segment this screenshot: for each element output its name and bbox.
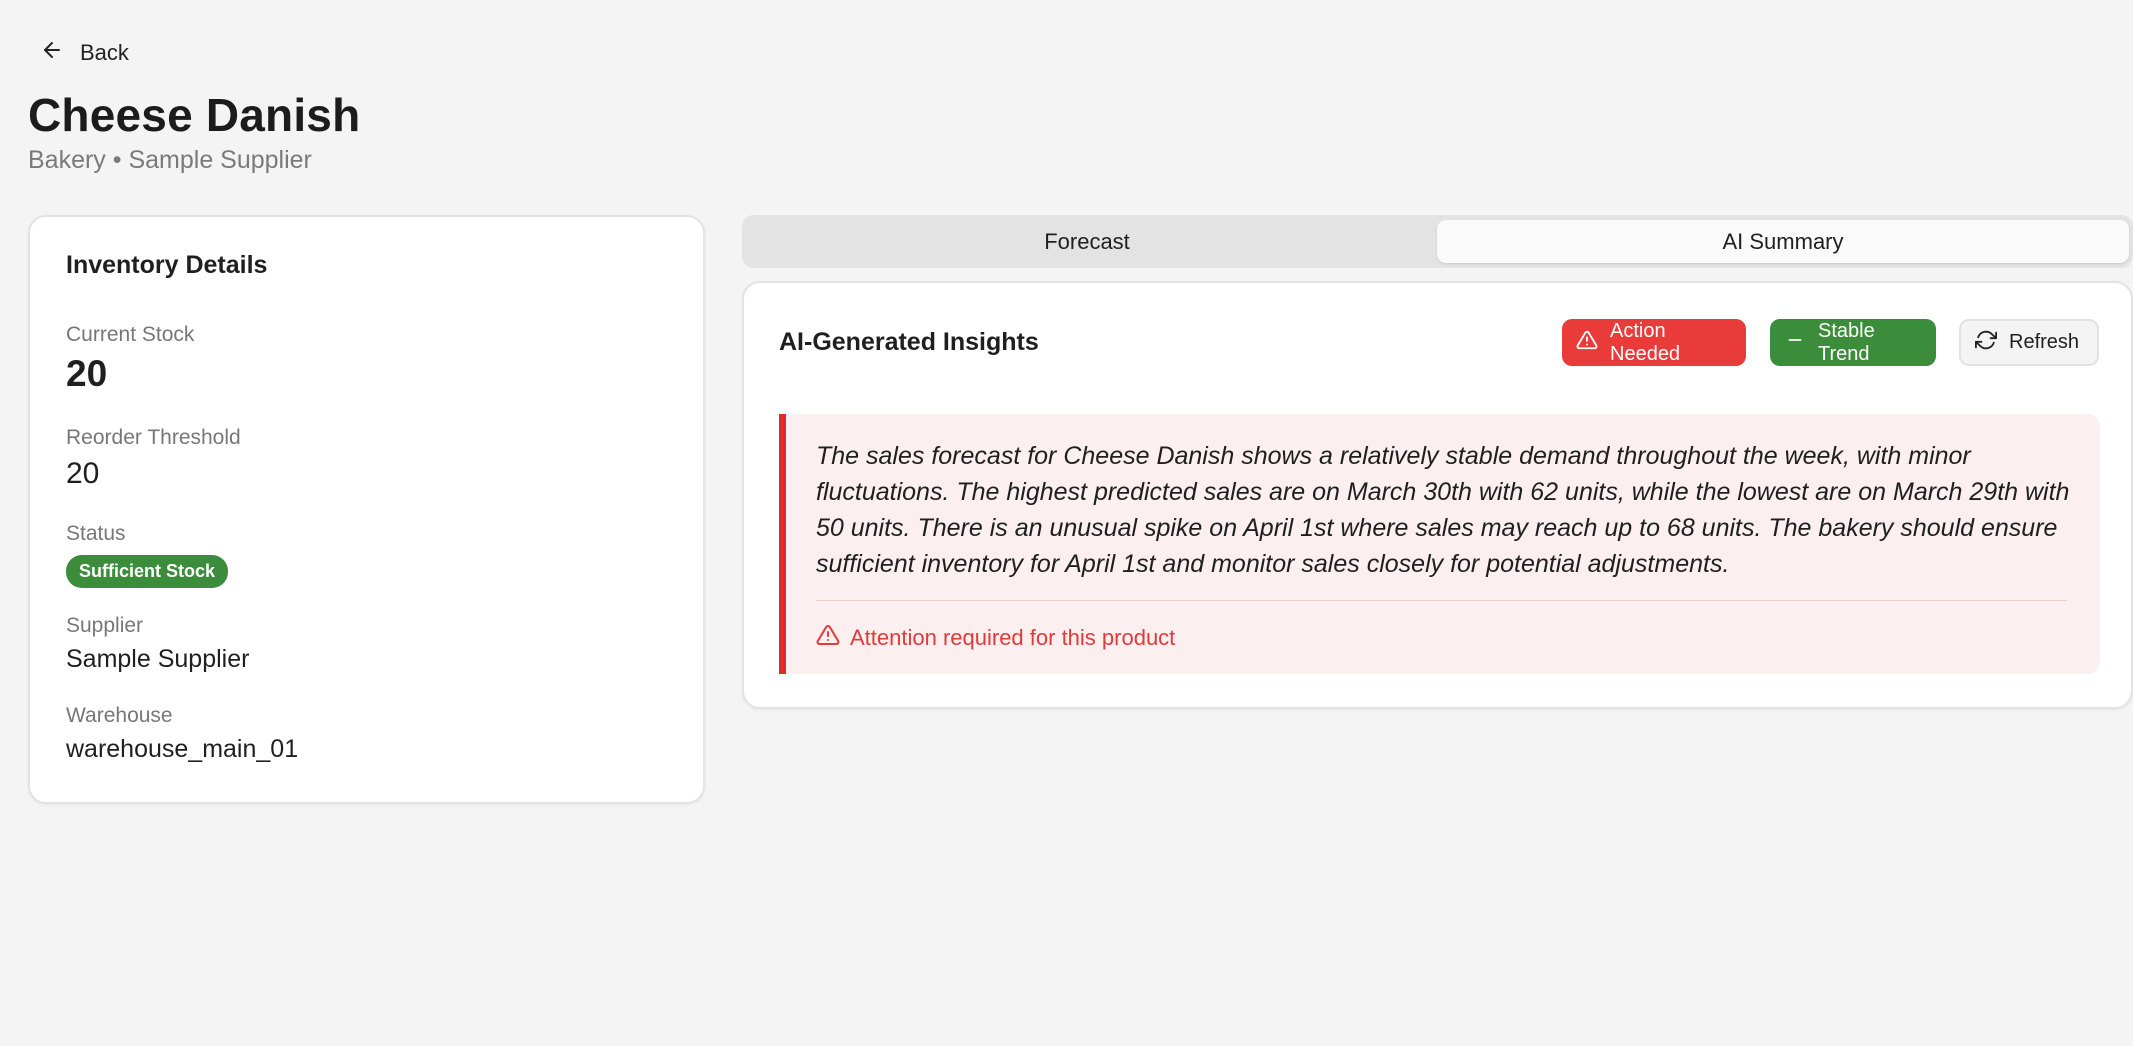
current-stock-label: Current Stock xyxy=(66,323,195,346)
current-stock-value: 20 xyxy=(66,353,108,394)
warehouse-value: warehouse_main_01 xyxy=(66,735,299,763)
action-needed-button[interactable]: Action Needed xyxy=(1562,319,1746,366)
refresh-label: Refresh xyxy=(2009,331,2080,353)
arrow-left-icon xyxy=(40,38,64,68)
minus-icon xyxy=(1784,329,1806,357)
attention-label: Attention required for this product xyxy=(850,625,1176,650)
ai-summary-text: The sales forecast for Cheese Danish sho… xyxy=(816,442,2070,578)
inventory-details-title: Inventory Details xyxy=(66,251,268,279)
reorder-threshold-value: 20 xyxy=(66,457,100,490)
warehouse-label: Warehouse xyxy=(66,704,173,727)
tab-ai-summary[interactable]: AI Summary xyxy=(1437,220,2129,263)
reorder-threshold-label: Reorder Threshold xyxy=(66,426,241,449)
back-button[interactable]: Back xyxy=(40,38,129,68)
supplier-label: Supplier xyxy=(66,614,144,637)
alert-triangle-icon xyxy=(1576,329,1598,357)
ai-insights-title: AI-Generated Insights xyxy=(779,328,1039,356)
page: Back Cheese Danish Bakery • Sample Suppl… xyxy=(0,0,2133,1046)
back-label: Back xyxy=(80,40,129,65)
stable-trend-label: Stable Trend xyxy=(1818,319,1875,365)
alert-triangle-icon xyxy=(816,623,840,653)
view-tabs: Forecast AI Summary xyxy=(742,215,2133,268)
attention-message: Attention required for this product xyxy=(816,623,1175,653)
inventory-details-card: Inventory Details Current Stock 20 Reord… xyxy=(28,215,705,804)
status-badge: Sufficient Stock xyxy=(66,555,229,588)
ai-summary-alert: The sales forecast for Cheese Danish sho… xyxy=(779,414,2100,674)
refresh-button[interactable]: Refresh xyxy=(1959,319,2099,366)
divider xyxy=(816,600,2067,601)
status-label: Status xyxy=(66,522,126,545)
supplier-value: Sample Supplier xyxy=(66,645,250,673)
stable-trend-button[interactable]: Stable Trend xyxy=(1770,319,1936,366)
page-title: Cheese Danish xyxy=(28,89,361,141)
ai-insights-card: AI-Generated Insights Action Needed Stab… xyxy=(742,281,2133,709)
refresh-icon xyxy=(1975,329,1997,357)
tab-forecast[interactable]: Forecast xyxy=(747,220,1427,263)
action-needed-label: Action Needed xyxy=(1610,319,1681,365)
page-subtitle: Bakery • Sample Supplier xyxy=(28,146,312,174)
